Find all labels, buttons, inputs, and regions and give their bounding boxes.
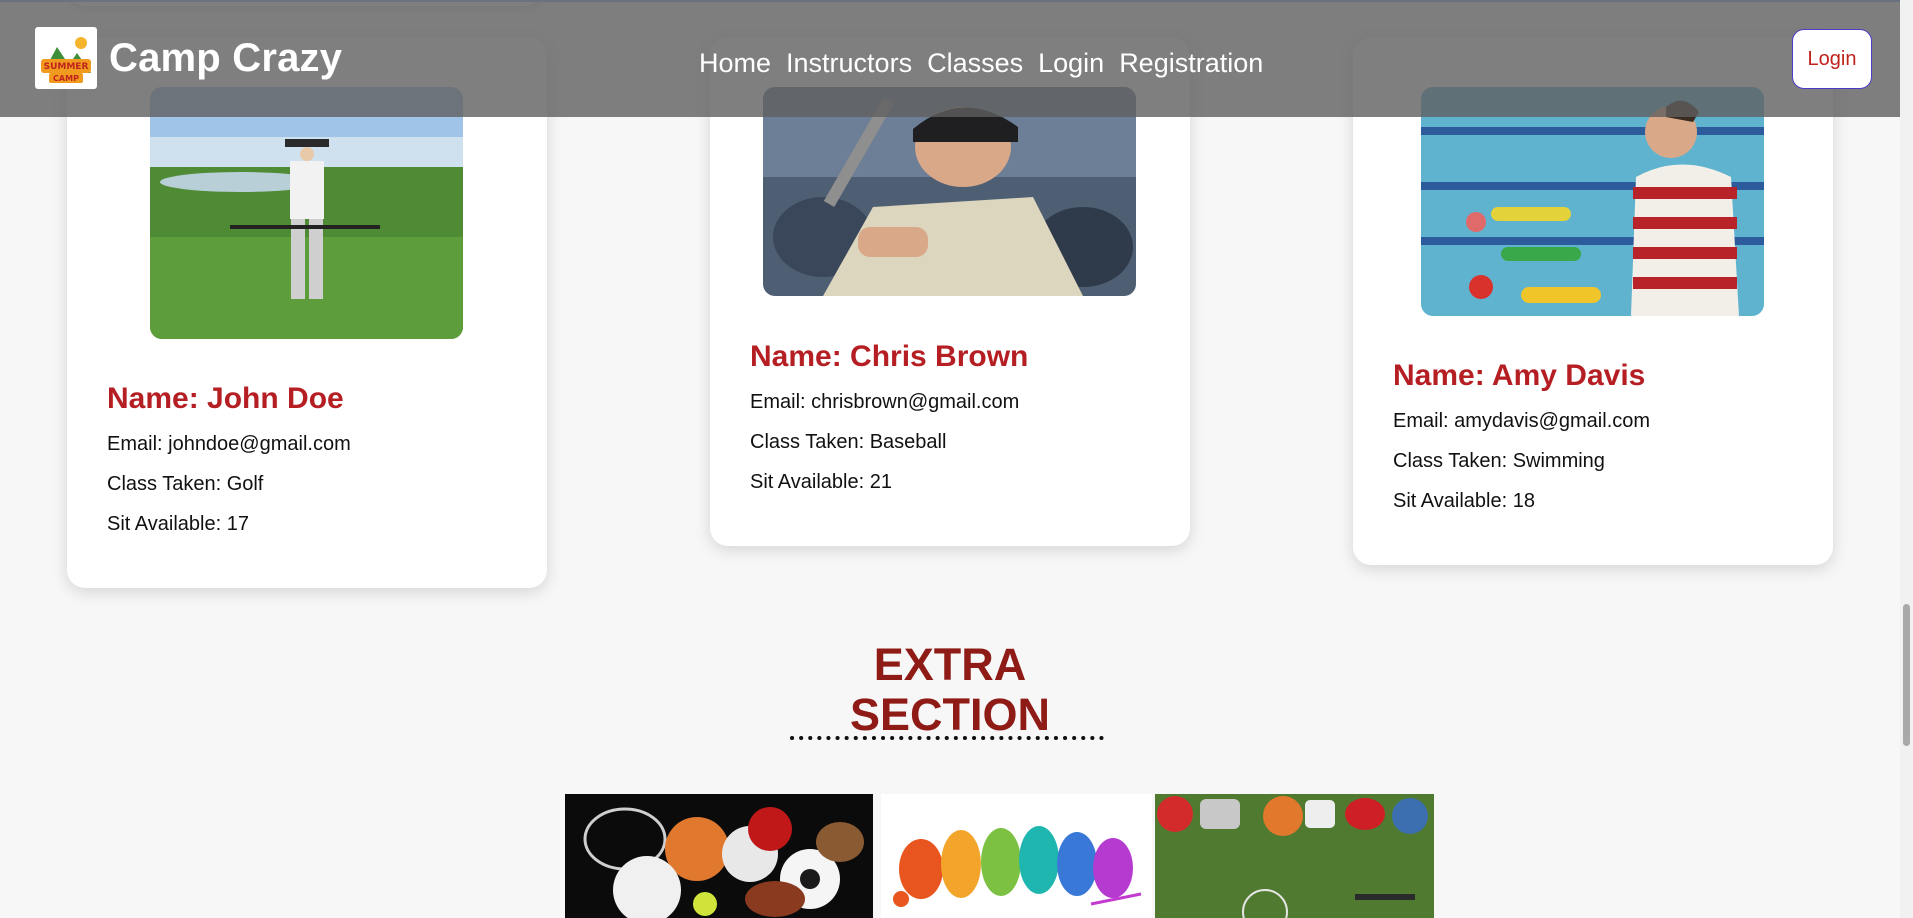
instructor-name: Name: Amy Davis — [1393, 359, 1646, 392]
extra-image-sports-balls — [565, 794, 873, 918]
nav-link-instructors[interactable]: Instructors — [786, 48, 912, 79]
window-top-border — [0, 0, 1900, 2]
logo-text-bottom: CAMP — [53, 74, 79, 83]
nav-link-login[interactable]: Login — [1038, 48, 1104, 79]
extra-title-line2: SECTION — [849, 689, 1051, 740]
instructor-seats: Sit Available: 21 — [750, 471, 892, 493]
instructor-seats: Sit Available: 18 — [1393, 490, 1535, 512]
logo-text-top: SUMMER — [44, 62, 89, 72]
extra-image-sports-gear-grass — [1155, 794, 1434, 918]
instructor-photo-golf — [150, 87, 463, 339]
extra-image-colorful-athletes — [881, 794, 1152, 918]
instructor-photo-swimming — [1421, 87, 1764, 316]
instructor-class: Class Taken: Swimming — [1393, 450, 1605, 472]
instructor-email: Email: johndoe@gmail.com — [107, 433, 351, 455]
instructor-class: Class Taken: Golf — [107, 473, 264, 495]
brand[interactable]: SUMMER CAMP Camp Crazy — [35, 27, 342, 89]
instructor-photo-baseball — [763, 87, 1136, 296]
title-dotted-underline — [790, 736, 1110, 740]
instructor-name: Name: Chris Brown — [750, 340, 1029, 373]
instructor-seats: Sit Available: 17 — [107, 513, 249, 535]
nav-link-registration[interactable]: Registration — [1119, 48, 1263, 79]
page-scrollbar[interactable] — [1900, 0, 1913, 918]
nav-link-classes[interactable]: Classes — [927, 48, 1023, 79]
extra-section-title: EXTRA SECTION — [790, 640, 1110, 740]
instructor-card-john-doe: Name: John Doe Email: johndoe@gmail.com … — [67, 37, 547, 588]
instructor-email: Email: chrisbrown@gmail.com — [750, 391, 1020, 413]
instructor-email: Email: amydavis@gmail.com — [1393, 410, 1651, 432]
login-button[interactable]: Login — [1792, 29, 1872, 89]
instructor-class: Class Taken: Baseball — [750, 431, 947, 453]
extra-title-line1: EXTRA — [873, 639, 1027, 690]
camp-logo: SUMMER CAMP — [35, 27, 97, 89]
nav-link-home[interactable]: Home — [699, 48, 771, 79]
brand-name[interactable]: Camp Crazy — [109, 36, 342, 81]
instructor-name: Name: John Doe — [107, 382, 344, 415]
nav-links: Home Instructors Classes Login Registrat… — [699, 48, 1278, 79]
scrollbar-thumb[interactable] — [1903, 604, 1910, 746]
navbar: SUMMER CAMP Camp Crazy Home Instructors … — [0, 0, 1900, 117]
